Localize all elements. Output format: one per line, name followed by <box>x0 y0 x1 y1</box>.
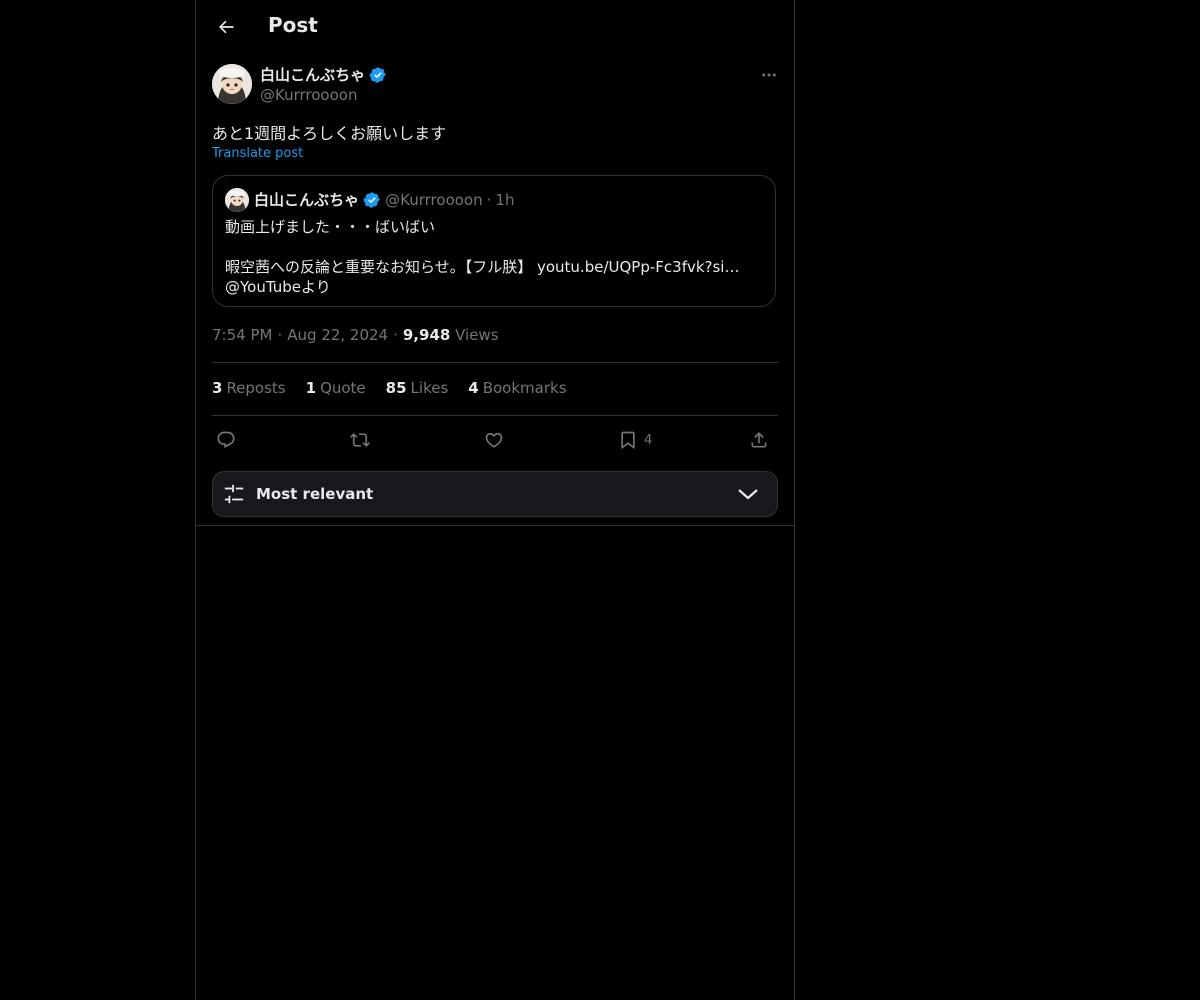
likes-label: Likes <box>410 379 449 397</box>
repost-button[interactable] <box>350 424 370 456</box>
post-meta: 7:54 PM · Aug 22, 2024 · 9,948 Views <box>212 326 499 344</box>
quote-author-name: 白山こんぶちゃ <box>254 191 360 209</box>
author-handle[interactable]: @Kurrroooon <box>260 86 357 104</box>
back-button[interactable] <box>208 9 244 45</box>
divider <box>196 525 794 526</box>
engagement-stats: 3 Reposts 1 Quote 85 Likes 4 Bookmarks <box>212 379 567 397</box>
reply-sort-dropdown[interactable]: Most relevant <box>212 471 778 517</box>
divider <box>212 415 778 416</box>
page-title: Post <box>268 13 318 37</box>
share-button[interactable] <box>749 424 769 456</box>
author-name[interactable]: 白山こんぶちゃ <box>260 64 365 85</box>
quote-text-line3: @YouTubeより <box>225 278 331 296</box>
quotes-stat[interactable]: 1 Quote <box>306 379 366 397</box>
share-icon <box>749 430 769 450</box>
quote-text-line1: 動画上げました・・・ばいばい <box>225 218 436 236</box>
verified-badge-icon <box>363 191 381 209</box>
like-button[interactable] <box>484 424 504 456</box>
quote-separator: · <box>486 190 492 209</box>
likes-stat[interactable]: 85 Likes <box>386 379 449 397</box>
post-date[interactable]: Aug 22, 2024 <box>287 326 388 344</box>
bookmarks-stat[interactable]: 4 Bookmarks <box>468 379 566 397</box>
views-count: 9,948 <box>402 326 451 344</box>
main-column: Post 白山こんぶちゃ @Kurrroooon あと1週間よろしくお願いします… <box>195 0 795 1000</box>
bookmark-button[interactable]: 4 <box>618 424 652 456</box>
reposts-label: Reposts <box>226 379 286 397</box>
likes-count: 85 <box>385 379 407 397</box>
action-bar: 4 <box>212 424 778 456</box>
views-label: Views <box>455 326 499 344</box>
reply-icon <box>216 430 236 450</box>
sort-filter-icon <box>223 483 245 505</box>
quote-video-link[interactable]: youtu.be/UQPp-Fc3fvk?si… <box>537 258 740 276</box>
bookmark-count: 4 <box>644 432 653 448</box>
sort-label: Most relevant <box>256 485 374 503</box>
quote-text-title: 暇空茜への反論と重要なお知らせ。【フル朕】 <box>225 258 537 276</box>
like-icon <box>484 430 504 450</box>
avatar-image <box>212 64 252 104</box>
bookmarks-label: Bookmarks <box>482 379 567 397</box>
bookmark-icon <box>618 430 638 450</box>
quotes-count: 1 <box>305 379 317 397</box>
quoted-post[interactable]: 白山こんぶちゃ @Kurrroooon · 1h 動画上げました・・・ばいばい … <box>212 175 776 307</box>
quotes-label: Quote <box>320 379 366 397</box>
quote-author-handle: @Kurrroooon <box>385 190 483 209</box>
back-arrow-icon <box>216 17 236 37</box>
post-time[interactable]: 7:54 PM <box>212 326 272 344</box>
reply-button[interactable] <box>216 424 236 456</box>
meta-separator: · <box>277 326 283 344</box>
author-name-row[interactable]: 白山こんぶちゃ <box>260 64 387 85</box>
quote-avatar <box>225 188 249 212</box>
divider <box>212 362 778 363</box>
reposts-stat[interactable]: 3 Reposts <box>212 379 286 397</box>
chevron-down-icon <box>737 486 759 502</box>
quote-header: 白山こんぶちゃ @Kurrroooon · 1h <box>254 189 514 210</box>
bookmarks-count: 4 <box>468 379 479 397</box>
quote-timestamp: 1h <box>495 190 515 209</box>
views-stat: 9,948 Views <box>403 326 499 344</box>
avatar[interactable] <box>212 64 252 104</box>
more-button[interactable] <box>756 62 782 88</box>
page: Post 白山こんぶちゃ @Kurrroooon あと1週間よろしくお願いします… <box>0 0 1200 1000</box>
meta-separator: · <box>393 326 398 344</box>
post-text: あと1週間よろしくお願いします <box>212 124 447 143</box>
verified-badge-icon <box>369 66 387 84</box>
quote-text-line2: 暇空茜への反論と重要なお知らせ。【フル朕】 youtu.be/UQPp-Fc3f… <box>225 256 739 277</box>
reposts-count: 3 <box>212 379 223 397</box>
repost-icon <box>350 430 370 450</box>
more-icon <box>760 66 778 84</box>
quote-avatar-image <box>225 188 249 212</box>
translate-post-link[interactable]: Translate post <box>212 146 303 161</box>
header: Post <box>196 0 794 54</box>
